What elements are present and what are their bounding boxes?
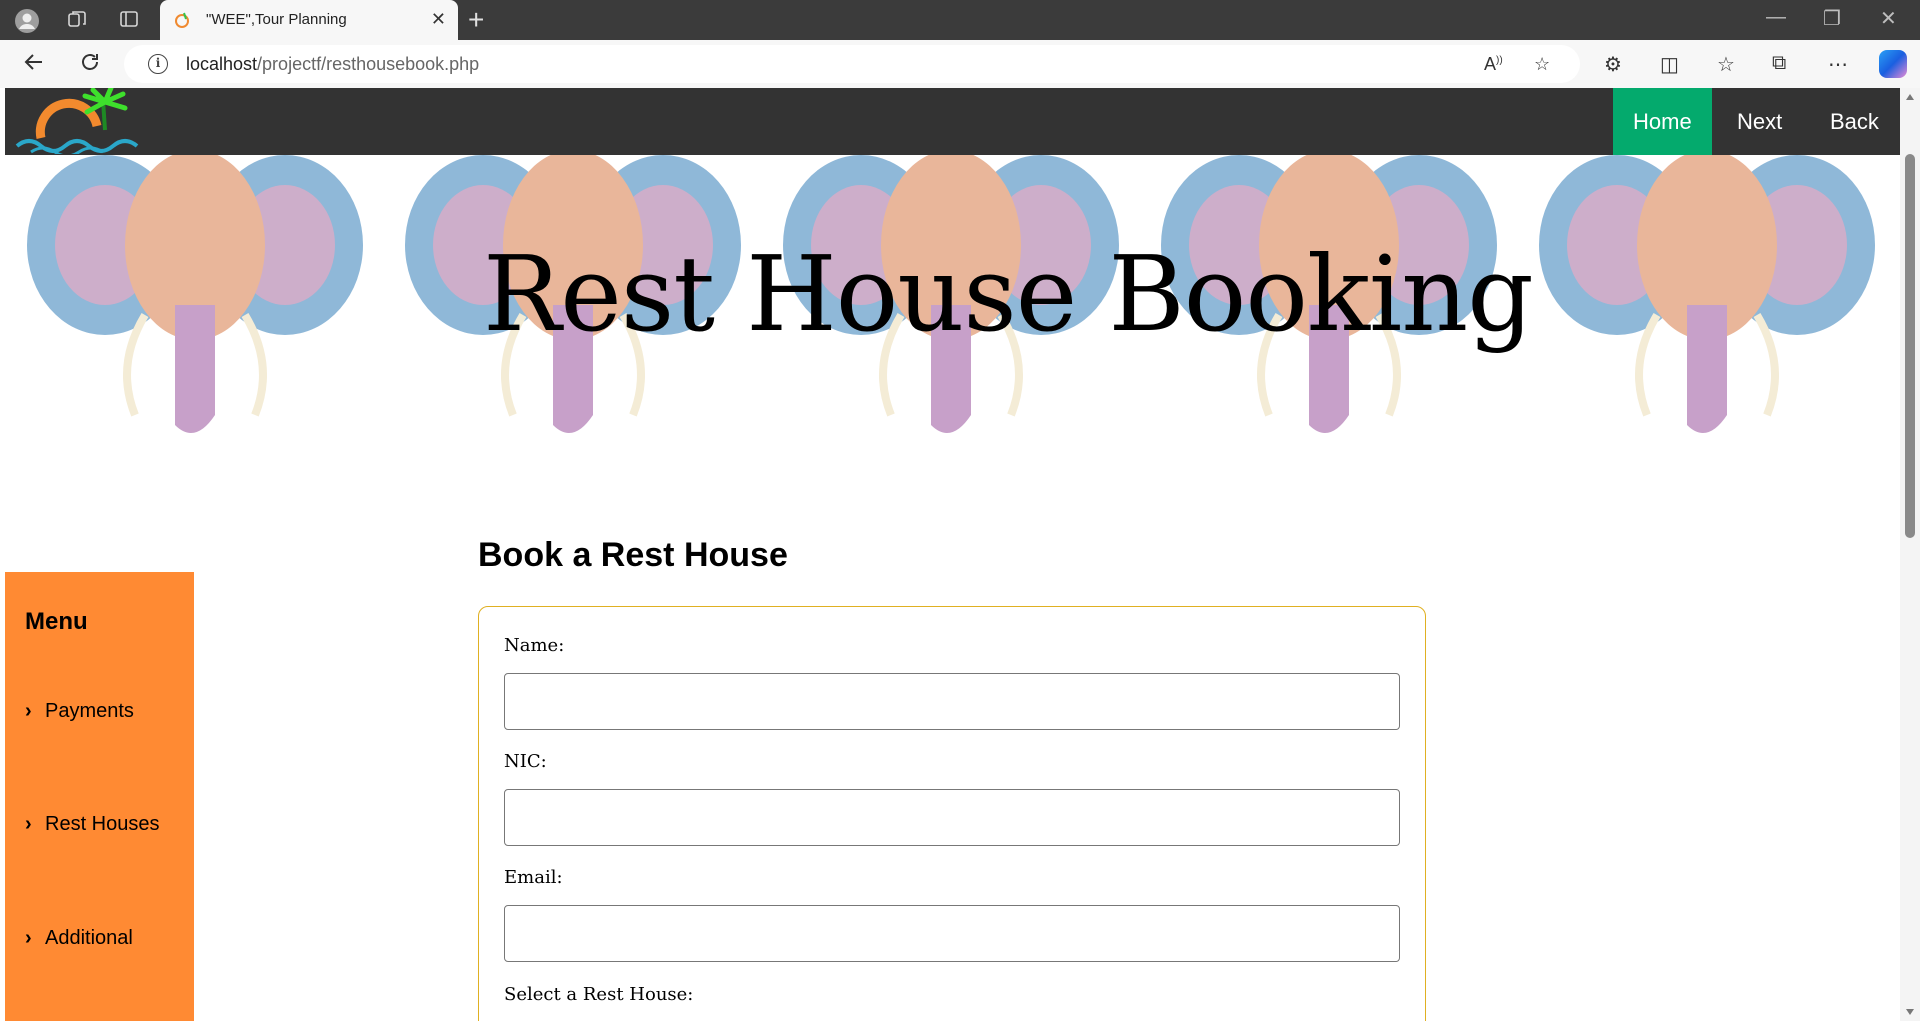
favorite-star-icon[interactable]: ☆ [1534, 54, 1550, 75]
banner-title: Rest House Booking [483, 233, 1534, 355]
extensions-icon[interactable]: ⚙ [1604, 52, 1622, 77]
profile-icon[interactable] [14, 8, 39, 33]
tab-title: "WEE",Tour Planning [206, 11, 347, 28]
tab-close-icon[interactable]: ✕ [431, 9, 446, 30]
new-tab-button[interactable]: + [468, 4, 484, 36]
email-field[interactable] [504, 905, 1400, 962]
form-title: Book a Rest House [478, 536, 788, 574]
nav-back-link[interactable]: Back [1810, 88, 1899, 155]
nic-field[interactable] [504, 789, 1400, 846]
browser-tab-bar: "WEE",Tour Planning ✕ + — ❐ ✕ [0, 0, 1920, 40]
page-scrollbar[interactable] [1900, 88, 1920, 1021]
site-info-icon[interactable]: i [148, 54, 168, 74]
nic-label: NIC: [504, 751, 547, 772]
name-label: Name: [504, 635, 565, 656]
chevron-right-icon: › [25, 700, 32, 722]
sidebar-item-payments[interactable]: › Payments [25, 700, 134, 723]
restore-button[interactable]: ❐ [1823, 6, 1841, 31]
vertical-tabs-icon[interactable] [118, 8, 142, 32]
copilot-icon[interactable] [1879, 50, 1907, 78]
browser-tab-active[interactable]: "WEE",Tour Planning ✕ [160, 0, 458, 40]
back-arrow-icon[interactable] [20, 50, 48, 78]
sidebar-item-label: Payments [45, 700, 134, 722]
elephant-illustration [27, 155, 363, 433]
nav-home-link[interactable]: Home [1613, 88, 1712, 155]
banner: Rest House Booking [5, 155, 1900, 487]
scroll-down-arrow-icon[interactable] [1906, 1009, 1914, 1015]
workspaces-icon[interactable] [66, 8, 90, 32]
booking-form: Name: NIC: Email: Select a Rest House: [478, 606, 1426, 1021]
url-text: localhost/projectf/resthousebook.php [186, 54, 479, 75]
refresh-icon[interactable] [76, 50, 104, 78]
sidebar-item-label: Additional [45, 927, 133, 949]
collections-icon[interactable]: ⧉ [1772, 52, 1786, 75]
nav-next-link[interactable]: Next [1717, 88, 1802, 155]
sidebar-menu: Menu › Payments › Rest Houses › Additional [5, 572, 194, 1021]
minimize-button[interactable]: — [1766, 6, 1786, 29]
more-menu-icon[interactable]: ⋯ [1828, 52, 1848, 77]
web-page: Home Next Back Rest House Booking Menu ›… [5, 88, 1900, 1021]
address-bar-row: i localhost/projectf/resthousebook.php A… [0, 40, 1920, 88]
tab-favicon-icon [174, 11, 192, 29]
url-path: /projectf/resthousebook.php [257, 54, 480, 74]
elephant-illustration [1539, 155, 1875, 433]
site-navbar: Home Next Back [5, 88, 1900, 158]
sidebar-item-rest-houses[interactable]: › Rest Houses [25, 813, 160, 836]
sidebar-item-label: Rest Houses [45, 813, 160, 835]
name-field[interactable] [504, 673, 1400, 730]
url-host: localhost [186, 54, 258, 74]
split-screen-icon[interactable]: ◫ [1660, 52, 1679, 77]
sidebar-item-additional[interactable]: › Additional [25, 927, 133, 950]
scroll-thumb[interactable] [1905, 154, 1915, 538]
site-logo[interactable] [13, 88, 153, 158]
sidebar-heading: Menu [25, 608, 88, 635]
read-aloud-icon[interactable]: A)) [1484, 54, 1503, 75]
email-label: Email: [504, 867, 563, 888]
rest-house-select-label: Select a Rest House: [504, 984, 694, 1005]
chevron-right-icon: › [25, 927, 32, 949]
favorites-icon[interactable]: ☆ [1717, 52, 1735, 77]
close-window-button[interactable]: ✕ [1880, 6, 1897, 31]
chevron-right-icon: › [25, 813, 32, 835]
scroll-up-arrow-icon[interactable] [1906, 94, 1914, 100]
url-field[interactable]: i localhost/projectf/resthousebook.php A… [124, 45, 1580, 83]
